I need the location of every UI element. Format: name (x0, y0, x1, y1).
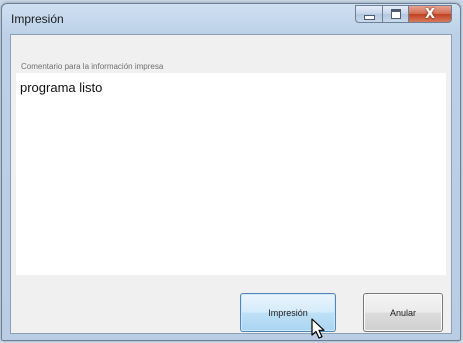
cancel-button[interactable]: Anular (363, 293, 443, 332)
mouse-pointer-icon (311, 318, 325, 339)
cancel-button-label: Anular (389, 307, 416, 318)
minimize-icon (363, 14, 375, 20)
caption-buttons: X (355, 5, 452, 24)
maximize-button[interactable] (382, 5, 408, 23)
window-title: Impresión (11, 12, 64, 26)
comment-textarea[interactable]: programa listo (16, 73, 446, 275)
comment-text: programa listo (20, 80, 103, 95)
print-dialog: Impresión X Comentario para la informaci… (1, 3, 461, 341)
dialog-client-area: Comentario para la información impresa p… (10, 34, 452, 334)
close-icon: X (424, 6, 436, 22)
comment-label: Comentario para la información impresa (21, 62, 164, 71)
maximize-icon (390, 9, 401, 19)
minimize-button[interactable] (355, 5, 382, 23)
print-button-label: Impresión (268, 307, 308, 318)
close-button[interactable]: X (408, 5, 452, 23)
